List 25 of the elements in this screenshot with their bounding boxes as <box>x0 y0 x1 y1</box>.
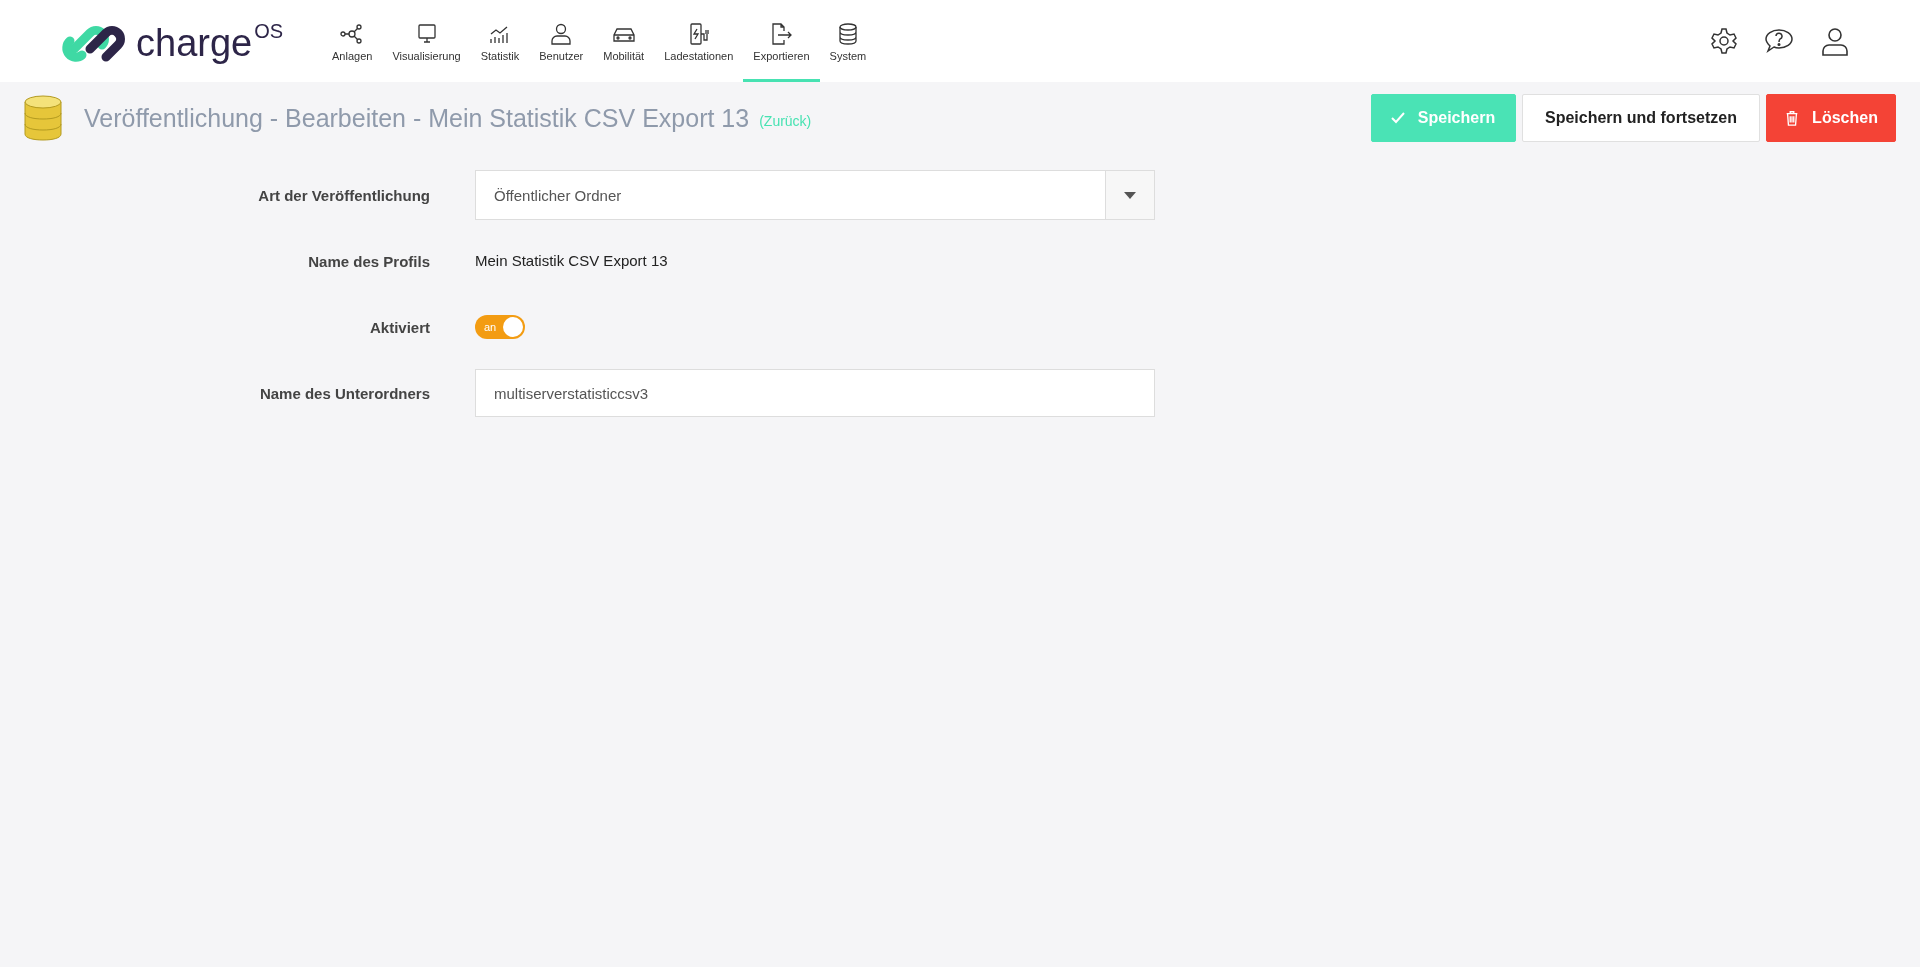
save-continue-button[interactable]: Speichern und fortsetzen <box>1521 94 1760 142</box>
database-icon <box>22 94 64 142</box>
field-label: Art der Veröffentlichung <box>257 186 430 204</box>
check-icon <box>1389 110 1406 126</box>
caret-icon <box>1124 191 1136 199</box>
delete-button[interactable]: Löschen <box>1766 94 1896 142</box>
nav-tab[interactable]: Statistik <box>470 0 530 82</box>
page-title: Veröffentlichung - Bearbeiten - Mein Statistik CSV Export 13 <box>84 103 750 133</box>
field-label: Name des Unterordners <box>258 384 430 402</box>
nav-tab[interactable]: Benutzer <box>529 0 594 82</box>
nav-tab[interactable]: Mobilität <box>593 0 655 82</box>
nav-tab[interactable]: Exportieren <box>743 0 820 82</box>
nav-tab[interactable]: Visualisierung <box>382 0 471 82</box>
nav-tab[interactable]: System <box>819 0 877 82</box>
select-field[interactable]: Öffentlicher Ordner <box>475 170 1155 220</box>
field-label: Aktiviert <box>368 318 430 336</box>
input-field[interactable]: multiserverstatisticcsv3 <box>475 369 1155 417</box>
nav-tab[interactable]: Ladestationen <box>654 0 744 82</box>
nav-tab[interactable]: Anlagen <box>322 0 383 82</box>
help-icon[interactable] <box>1764 27 1794 55</box>
profile-name: Mein Statistik CSV Export 13 <box>475 252 668 269</box>
field-label: Name des Profils <box>307 252 430 270</box>
user-icon[interactable] <box>1820 26 1850 56</box>
logo-text: charge$^{OS}$ <box>136 20 284 62</box>
settings-icon[interactable] <box>1710 27 1738 55</box>
